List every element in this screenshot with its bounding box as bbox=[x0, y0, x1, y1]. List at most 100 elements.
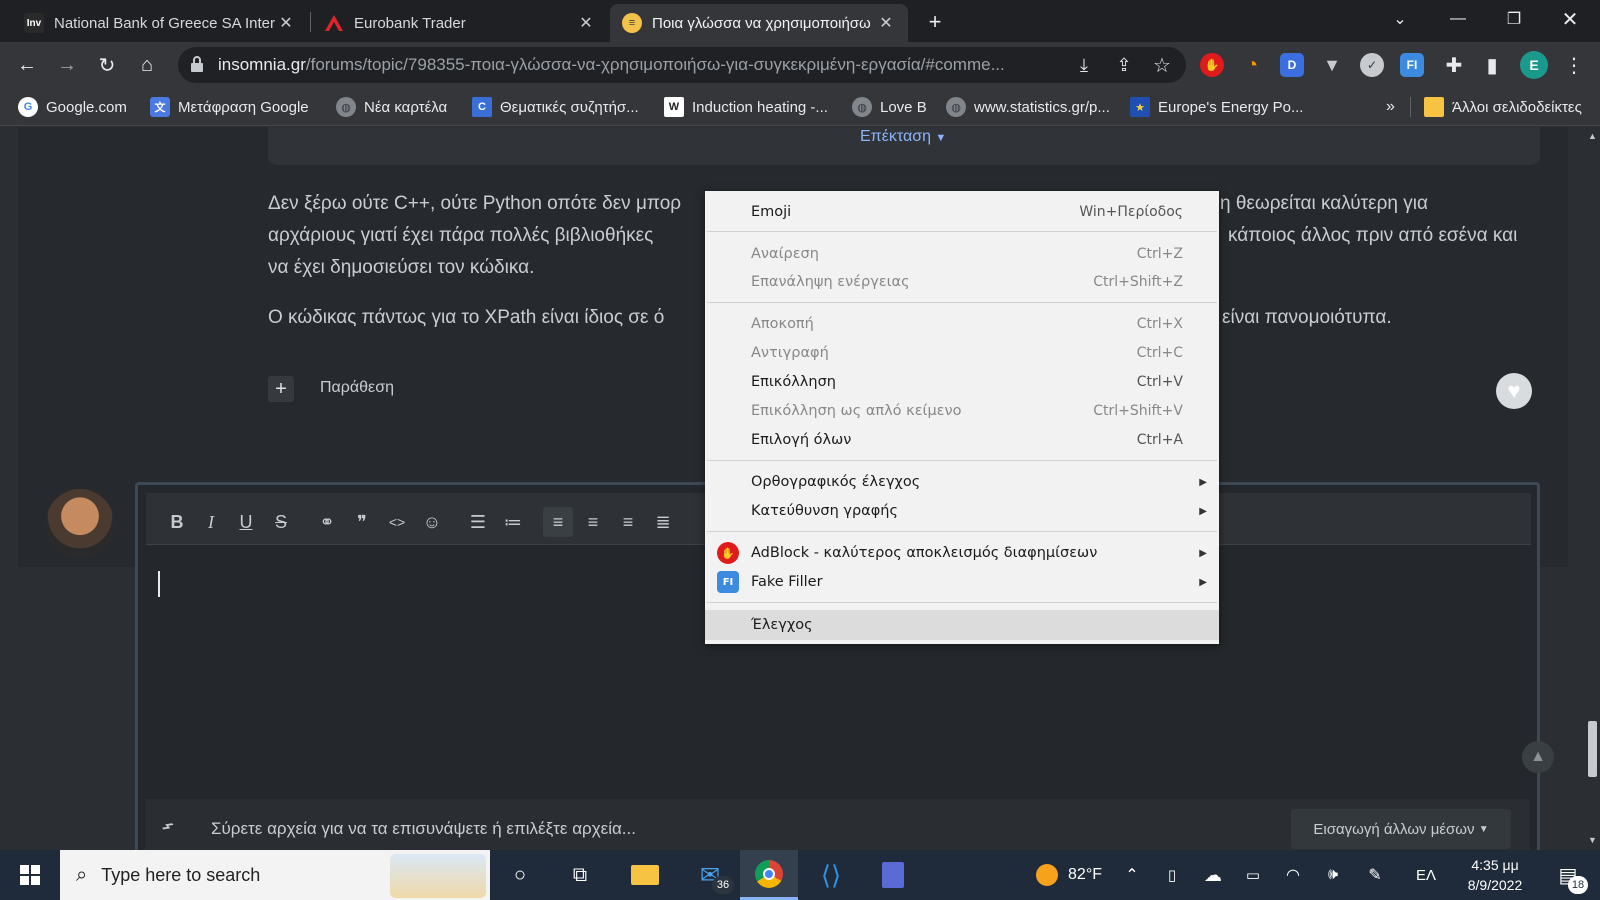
bookmark-europe-energy[interactable]: ★ Europe's Energy Po... bbox=[1130, 96, 1303, 118]
forward-arrow-icon[interactable]: → bbox=[53, 51, 81, 79]
minimize-button[interactable]: — bbox=[1430, 0, 1486, 38]
menu-dots-icon[interactable]: ⋮ bbox=[1560, 51, 1588, 79]
home-icon[interactable]: ⌂ bbox=[133, 51, 161, 79]
quote-icon[interactable]: ❞ bbox=[347, 507, 377, 537]
bookmark-love-b[interactable]: ◍ Love B bbox=[852, 96, 927, 118]
scroll-up-arrow-icon[interactable]: ▲ bbox=[1588, 131, 1597, 141]
extensions-puzzle-icon[interactable]: ✚ bbox=[1440, 51, 1468, 79]
bookmark-new-tab[interactable]: ◍ Νέα καρτέλα bbox=[336, 96, 447, 118]
side-panel-icon[interactable]: ▮ bbox=[1478, 51, 1506, 79]
file-explorer-icon[interactable] bbox=[620, 850, 670, 900]
onedrive-cloud-icon[interactable]: ☁ bbox=[1198, 850, 1228, 900]
restore-button[interactable]: ❐ bbox=[1486, 0, 1542, 38]
menu-item-redo[interactable]: Επανάληψη ενέργειας Ctrl+Shift+Z bbox=[705, 268, 1219, 296]
scrollbar-thumb[interactable] bbox=[1588, 721, 1597, 777]
menu-item-adblock[interactable]: ✋ AdBlock - καλύτερος αποκλεισμός διαφημ… bbox=[705, 539, 1219, 567]
cortana-icon[interactable]: ○ bbox=[500, 850, 540, 900]
numbered-list-icon[interactable]: ≔ bbox=[498, 507, 528, 537]
menu-item-paste-plain[interactable]: Επικόλληση ως απλό κείμενο Ctrl+Shift+V bbox=[705, 397, 1219, 425]
close-icon[interactable]: ✕ bbox=[876, 13, 896, 33]
taskbar-search-box[interactable]: ⌕ Type here to search bbox=[60, 850, 490, 900]
scroll-down-arrow-icon[interactable]: ▼ bbox=[1588, 835, 1597, 845]
menu-item-fake-filler[interactable]: FI Fake Filler ▶ bbox=[705, 568, 1219, 596]
install-icon[interactable]: ⤓ bbox=[1070, 51, 1098, 79]
volume-icon[interactable]: 🕪 bbox=[1318, 850, 1348, 900]
strikethrough-button[interactable]: S bbox=[266, 507, 296, 537]
bookmark-google[interactable]: G Google.com bbox=[18, 96, 127, 118]
tray-device-icon[interactable]: ▯ bbox=[1158, 850, 1186, 900]
tab-eurobank-trader[interactable]: Eurobank Trader ✕ bbox=[312, 4, 608, 42]
quote-plus-icon[interactable]: + bbox=[268, 376, 294, 402]
task-view-icon[interactable]: ⧉ bbox=[560, 850, 600, 900]
chrome-icon[interactable] bbox=[740, 850, 798, 900]
code-icon[interactable]: <> bbox=[382, 507, 412, 537]
align-left-icon[interactable]: ≡ bbox=[543, 507, 573, 537]
wifi-icon[interactable]: ◠ bbox=[1278, 850, 1308, 900]
italic-button[interactable]: I bbox=[196, 507, 226, 537]
close-icon[interactable]: ✕ bbox=[276, 13, 296, 33]
vscode-icon[interactable]: ⟨⟩ bbox=[806, 850, 856, 900]
menu-item-copy[interactable]: Αντιγραφή Ctrl+C bbox=[705, 339, 1219, 367]
tab-insomnia-forum[interactable]: ≡ Ποια γλώσσα να χρησιμοποιήσω ✕ bbox=[610, 4, 908, 42]
windows-start-button[interactable] bbox=[0, 850, 60, 900]
dictionary-icon[interactable]: D bbox=[1280, 53, 1304, 77]
menu-item-writing-direction[interactable]: Κατεύθυνση γραφής ▶ bbox=[705, 497, 1219, 525]
tray-chevron-up-icon[interactable]: ⌃ bbox=[1118, 850, 1146, 900]
bookmark-google-translate[interactable]: 文 Μετάφραση Google bbox=[150, 96, 309, 118]
bookmark-statistics[interactable]: ◍ www.statistics.gr/p... bbox=[946, 96, 1110, 118]
bookmarks-overflow-chevron[interactable]: » bbox=[1386, 96, 1395, 118]
quote-button[interactable]: Παράθεση bbox=[320, 379, 394, 397]
pen-icon[interactable]: ✎ bbox=[1360, 850, 1390, 900]
menu-item-undo[interactable]: Αναίρεση Ctrl+Z bbox=[705, 240, 1219, 268]
address-bar[interactable]: insomnia.gr/forums/topic/798355-ποια-γλώ… bbox=[178, 47, 1186, 83]
menu-item-paste[interactable]: Επικόλληση Ctrl+V bbox=[705, 368, 1219, 396]
align-center-icon[interactable]: ≡ bbox=[578, 507, 608, 537]
battery-icon[interactable]: ▭ bbox=[1238, 850, 1268, 900]
reload-icon[interactable]: ↻ bbox=[93, 51, 121, 79]
menu-item-select-all[interactable]: Επιλογή όλων Ctrl+A bbox=[705, 426, 1219, 454]
close-icon[interactable]: ✕ bbox=[576, 13, 596, 33]
user-avatar[interactable] bbox=[46, 489, 114, 557]
profile-avatar[interactable]: E bbox=[1520, 51, 1548, 79]
notifications-icon[interactable]: ▤ 18 bbox=[1546, 850, 1590, 900]
menu-item-spellcheck[interactable]: Ορθογραφικός έλεγχος ▶ bbox=[705, 468, 1219, 496]
tab-national-bank[interactable]: Inv National Bank of Greece SA Inter ✕ bbox=[12, 4, 308, 42]
star-icon[interactable]: ☆ bbox=[1148, 51, 1176, 79]
mail-icon[interactable]: ✉ 36 bbox=[684, 850, 736, 900]
page-scrollbar[interactable]: ▲ ▼ bbox=[1585, 127, 1600, 850]
rss-icon[interactable]: ◔ bbox=[1240, 53, 1264, 77]
underline-button[interactable]: U bbox=[231, 507, 261, 537]
align-justify-icon[interactable]: ≣ bbox=[648, 507, 678, 537]
language-indicator[interactable]: ΕΛ bbox=[1408, 850, 1444, 900]
clock[interactable]: 4:35 μμ 8/9/2022 bbox=[1452, 850, 1538, 900]
scroll-to-top-icon[interactable]: ▲ bbox=[1522, 741, 1554, 773]
new-tab-button[interactable]: + bbox=[920, 8, 950, 36]
insert-media-button[interactable]: Εισαγωγή άλλων μέσων ▼ bbox=[1291, 809, 1511, 849]
vivaldi-icon[interactable]: ▼ bbox=[1320, 53, 1344, 77]
bookmark-induction-heating[interactable]: W Induction heating -... bbox=[664, 96, 828, 118]
share-icon[interactable]: ⇪ bbox=[1110, 51, 1138, 79]
weather-widget[interactable]: 82°F bbox=[1024, 850, 1114, 900]
emoji-icon[interactable]: ☺ bbox=[417, 507, 447, 537]
tab-search-chevron-icon[interactable]: ⌄ bbox=[1372, 0, 1428, 38]
link-icon[interactable]: ⚭ bbox=[312, 507, 342, 537]
back-arrow-icon[interactable]: ← bbox=[13, 51, 41, 79]
align-right-icon[interactable]: ≡ bbox=[613, 507, 643, 537]
bold-button[interactable]: B bbox=[162, 507, 192, 537]
menu-item-inspect[interactable]: Έλεγχος bbox=[705, 610, 1219, 640]
submenu-arrow-icon: ▶ bbox=[1199, 547, 1207, 559]
close-window-button[interactable]: ✕ bbox=[1542, 0, 1598, 38]
menu-item-emoji[interactable]: Emoji Win+Περίοδος bbox=[705, 198, 1219, 226]
bookmark-thematic[interactable]: C Θεματικές συζητήσ... bbox=[472, 96, 639, 118]
attachment-area[interactable]: ⌁ Σύρετε αρχεία για να τα επισυνάψετε ή … bbox=[145, 799, 1530, 850]
menu-item-label: Έλεγχος bbox=[751, 617, 813, 633]
check-icon[interactable]: ✓ bbox=[1360, 53, 1384, 77]
like-heart-icon[interactable]: ♥ bbox=[1496, 373, 1532, 409]
calculator-icon[interactable] bbox=[868, 850, 918, 900]
menu-item-cut[interactable]: Αποκοπή Ctrl+X bbox=[705, 310, 1219, 338]
adblock-icon[interactable]: ✋ bbox=[1200, 53, 1224, 77]
expand-link[interactable]: Επέκταση ▼ bbox=[860, 127, 946, 148]
bulleted-list-icon[interactable]: ☰ bbox=[463, 507, 493, 537]
fake-filler-icon[interactable]: FI bbox=[1400, 53, 1424, 77]
bookmark-other-folder[interactable]: Άλλοι σελιδοδείκτες bbox=[1424, 96, 1582, 118]
